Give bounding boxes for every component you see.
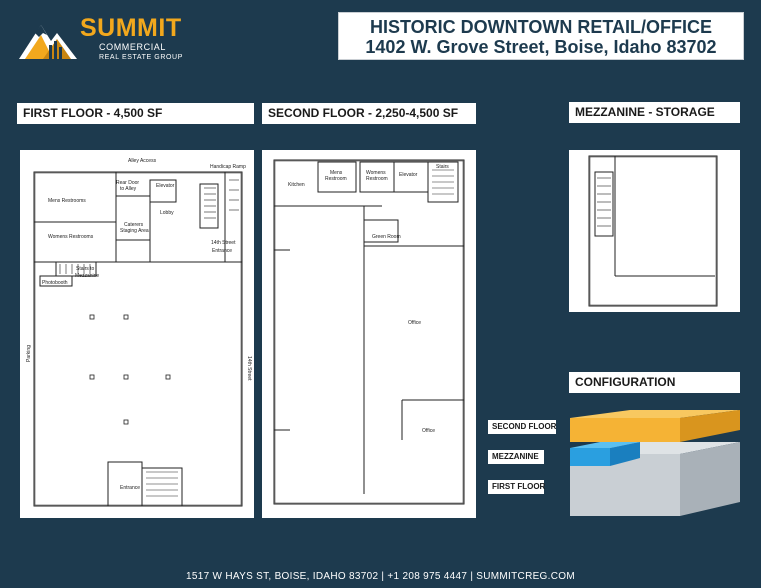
second-floor-drawing: Kitchen Mens Restroom Womens Restroom El… [273,159,465,505]
office-upper-text: Office [408,320,421,326]
street-14th-side-text: 14th Street [246,356,252,381]
parking-text: Parking [26,345,32,362]
photobooth-text: Photobooth [42,280,68,286]
entrance-text: Entrance [212,248,232,254]
office-lower-text: Office [422,428,435,434]
stairs-to-text: Stairs to [76,266,95,272]
womens-restrooms-text: Womens Restrooms [48,234,94,240]
company-logo: SUMMIT COMMERCIAL REAL ESTATE GROUP [17,13,187,61]
mens-restroom-text: Restroom [325,176,347,182]
first-floor-drawing: Alley Access Handicap Ramp Rear Door to … [26,158,252,507]
page-title: HISTORIC DOWNTOWN RETAIL/OFFICE [370,17,712,37]
mens-restrooms-text: Mens Restrooms [48,198,86,204]
kitchen-text: Kitchen [288,182,305,188]
front-entrance-text: Entrance [120,485,140,491]
lobby-text: Lobby [160,210,174,216]
footer-contact: 1517 W HAYS ST, BOISE, IDAHO 83702 | +1 … [186,571,575,582]
logo-subtitle: COMMERCIAL [99,42,167,52]
mezzanine-label: MEZZANINE - STORAGE [569,102,740,123]
mezzanine-plan [569,150,740,312]
first-floor-label: FIRST FLOOR - 4,500 SF [17,103,254,124]
title-banner: HISTORIC DOWNTOWN RETAIL/OFFICE 1402 W. … [338,12,744,60]
stack-mezzanine-label: MEZZANINE [488,450,544,464]
configuration-stack-diagram [570,410,740,516]
stack-second-floor-label: SECOND FLOOR [488,420,556,434]
second-floor-plan: Kitchen Mens Restroom Womens Restroom El… [262,150,476,518]
elevator-2-text: Elevator [399,172,418,178]
logo-wordmark: SUMMIT [80,14,182,42]
womens-restroom-text: Restroom [366,176,388,182]
street-14th-text: 14th Street [211,240,236,246]
mountain-logo-icon [19,25,77,59]
property-address: 1402 W. Grove Street, Boise, Idaho 83702 [365,37,717,57]
configuration-label: CONFIGURATION [569,372,740,393]
elevator-text: Elevator [156,183,175,189]
staging-area-text: Staging Area [120,228,149,234]
stairs-text: Stairs [436,164,449,170]
mezzanine-drawing [588,155,718,307]
logo-tagline: REAL ESTATE GROUP [99,54,183,61]
mezzanine-text: Mezzanine [75,273,99,279]
handicap-ramp-text: Handicap Ramp [210,164,246,170]
green-room-text: Green Room [372,234,401,240]
first-floor-plan: Alley Access Handicap Ramp Rear Door to … [20,150,254,518]
stack-first-floor-label: FIRST FLOOR [488,480,545,494]
alley-access-text: Alley Access [128,158,157,164]
to-alley-text: to Alley [120,186,137,192]
second-floor-label: SECOND FLOOR - 2,250-4,500 SF [262,103,476,124]
second-floor-block [570,410,740,442]
